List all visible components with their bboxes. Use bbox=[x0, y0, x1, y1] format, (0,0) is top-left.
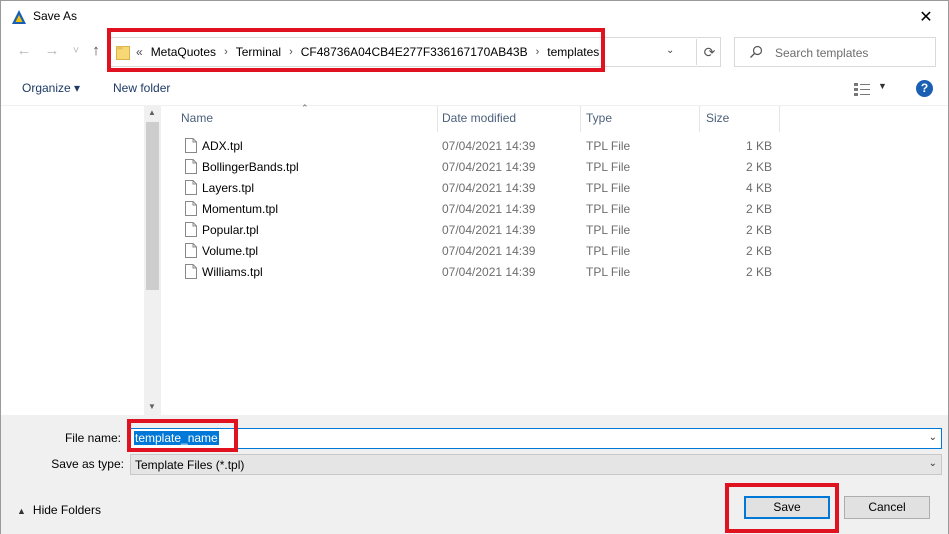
file-type: TPL File bbox=[586, 160, 631, 174]
forward-arrow-icon[interactable]: → bbox=[43, 42, 61, 60]
file-date: 07/04/2021 14:39 bbox=[442, 244, 536, 258]
column-header-size[interactable]: Size bbox=[706, 111, 729, 125]
search-icon bbox=[750, 45, 763, 58]
chevron-down-icon[interactable]: ⌄ bbox=[666, 45, 680, 56]
save-type-select[interactable]: Template Files (*.tpl) ⌄ bbox=[130, 454, 942, 475]
address-annotation-box bbox=[107, 28, 605, 72]
file-type: TPL File bbox=[586, 265, 631, 279]
view-details-icon[interactable] bbox=[853, 82, 871, 96]
search-input[interactable]: Search templates bbox=[734, 37, 936, 67]
cancel-button[interactable]: Cancel bbox=[844, 496, 930, 519]
chevron-down-icon[interactable]: ⌄ bbox=[929, 432, 937, 443]
file-date: 07/04/2021 14:39 bbox=[442, 139, 536, 153]
file-icon bbox=[185, 138, 197, 153]
file-icon bbox=[185, 264, 197, 279]
hide-folders-label: Hide Folders bbox=[32, 503, 101, 517]
save-button[interactable]: Save bbox=[744, 496, 830, 519]
navigation-scrollbar[interactable]: ▲ ▼ bbox=[144, 106, 161, 415]
scroll-up-icon[interactable]: ▲ bbox=[148, 108, 156, 117]
window-title: Save As bbox=[33, 9, 78, 23]
file-row[interactable]: BollingerBands.tpl 07/04/2021 14:39 TPL … bbox=[161, 157, 948, 178]
file-name-input[interactable]: template_name ⌄ bbox=[130, 428, 942, 449]
column-header-row: ⌃ Name Date modified Type Size bbox=[161, 103, 948, 132]
column-divider[interactable] bbox=[779, 106, 780, 132]
file-date: 07/04/2021 14:39 bbox=[442, 265, 536, 279]
help-icon[interactable]: ? bbox=[916, 80, 933, 97]
file-row[interactable]: Williams.tpl 07/04/2021 14:39 TPL File 2… bbox=[161, 262, 948, 283]
chevron-down-icon[interactable]: ⌄ bbox=[929, 458, 937, 469]
refresh-icon[interactable]: ⟳ bbox=[696, 39, 722, 65]
view-options-chevron-icon[interactable]: ▼ bbox=[878, 81, 887, 91]
column-header-name[interactable]: Name bbox=[181, 111, 213, 125]
save-type-value: Template Files (*.tpl) bbox=[135, 458, 245, 472]
file-date: 07/04/2021 14:39 bbox=[442, 202, 536, 216]
file-date: 07/04/2021 14:39 bbox=[442, 160, 536, 174]
file-name: ADX.tpl bbox=[202, 139, 243, 153]
column-divider[interactable] bbox=[699, 106, 700, 132]
command-toolbar: Organize ▾ New folder ▼ ? bbox=[1, 72, 948, 106]
file-name: Williams.tpl bbox=[202, 265, 263, 279]
file-size: 2 KB bbox=[745, 223, 772, 237]
file-size: 2 KB bbox=[745, 160, 772, 174]
file-row[interactable]: Momentum.tpl 07/04/2021 14:39 TPL File 2… bbox=[161, 199, 948, 220]
column-divider[interactable] bbox=[580, 106, 581, 132]
file-icon bbox=[185, 180, 197, 195]
sort-ascending-icon: ⌃ bbox=[301, 103, 309, 113]
file-row[interactable]: Layers.tpl 07/04/2021 14:39 TPL File 4 K… bbox=[161, 178, 948, 199]
file-type: TPL File bbox=[586, 139, 631, 153]
file-size: 2 KB bbox=[745, 265, 772, 279]
file-type: TPL File bbox=[586, 244, 631, 258]
file-type: TPL File bbox=[586, 202, 631, 216]
back-arrow-icon[interactable]: ← bbox=[15, 42, 33, 60]
file-size: 2 KB bbox=[745, 202, 772, 216]
up-arrow-icon[interactable]: ↑ bbox=[87, 42, 105, 60]
file-name: Popular.tpl bbox=[202, 223, 259, 237]
save-form: File name: template_name ⌄ Save as type:… bbox=[1, 415, 948, 534]
column-header-date[interactable]: Date modified bbox=[442, 111, 516, 125]
search-placeholder: Search templates bbox=[775, 46, 869, 60]
navigation-pane[interactable] bbox=[1, 106, 144, 415]
close-icon: ✕ bbox=[919, 8, 933, 26]
close-button[interactable]: ✕ bbox=[904, 1, 948, 32]
file-name: BollingerBands.tpl bbox=[202, 160, 299, 174]
file-row[interactable]: ADX.tpl 07/04/2021 14:39 TPL File 1 KB bbox=[161, 136, 948, 157]
file-size: 4 KB bbox=[745, 181, 772, 195]
file-name: Layers.tpl bbox=[202, 181, 255, 195]
content-area: ▲ ▼ ⌃ Name Date modified Type Size ADX.t… bbox=[1, 103, 948, 415]
file-icon bbox=[185, 243, 197, 258]
file-row[interactable]: Popular.tpl 07/04/2021 14:39 TPL File 2 … bbox=[161, 220, 948, 241]
file-icon bbox=[185, 201, 197, 216]
recent-locations-icon[interactable]: ˅ bbox=[67, 42, 85, 60]
save-type-label: Save as type: bbox=[51, 457, 124, 471]
file-size: 2 KB bbox=[745, 244, 772, 258]
file-date: 07/04/2021 14:39 bbox=[442, 181, 536, 195]
file-type: TPL File bbox=[586, 181, 631, 195]
column-header-type[interactable]: Type bbox=[586, 111, 612, 125]
file-date: 07/04/2021 14:39 bbox=[442, 223, 536, 237]
hide-folders-toggle[interactable]: ▲ Hide Folders bbox=[17, 503, 101, 517]
save-as-dialog: Save As ✕ ← → ˅ ↑ « MetaQuotes › Termina… bbox=[0, 0, 949, 534]
file-size: 1 KB bbox=[745, 139, 772, 153]
organize-menu[interactable]: Organize ▾ bbox=[22, 81, 80, 95]
file-rows: ADX.tpl 07/04/2021 14:39 TPL File 1 KB B… bbox=[161, 136, 948, 283]
new-folder-button[interactable]: New folder bbox=[113, 81, 170, 95]
file-icon bbox=[185, 222, 197, 237]
file-type: TPL File bbox=[586, 223, 631, 237]
file-row[interactable]: Volume.tpl 07/04/2021 14:39 TPL File 2 K… bbox=[161, 241, 948, 262]
file-icon bbox=[185, 159, 197, 174]
file-name: Volume.tpl bbox=[202, 244, 259, 258]
column-divider[interactable] bbox=[437, 106, 438, 132]
file-name: Momentum.tpl bbox=[202, 202, 279, 216]
file-name-value: template_name bbox=[134, 431, 219, 445]
metatrader-app-icon bbox=[12, 10, 26, 24]
file-name-label: File name: bbox=[64, 431, 121, 445]
scrollbar-thumb[interactable] bbox=[146, 122, 159, 290]
scroll-down-icon[interactable]: ▼ bbox=[148, 402, 156, 411]
caret-up-icon: ▲ bbox=[17, 506, 26, 516]
file-list: ⌃ Name Date modified Type Size ADX.tpl 0… bbox=[161, 103, 948, 415]
